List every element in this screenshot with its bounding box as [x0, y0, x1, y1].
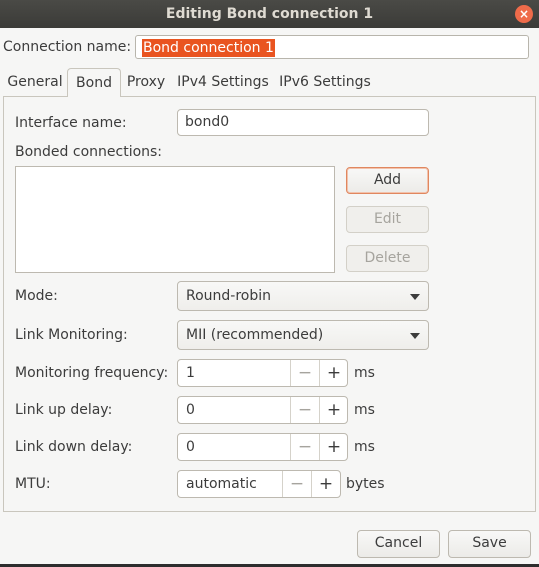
plus-icon[interactable]: +	[319, 360, 348, 386]
link-up-delay-value: 0	[186, 402, 195, 418]
edit-button[interactable]: Edit	[346, 206, 429, 233]
tab-general[interactable]: General	[3, 68, 67, 96]
bonded-connections-label: Bonded connections:	[15, 144, 163, 160]
delete-button[interactable]: Delete	[346, 245, 429, 272]
minus-icon[interactable]: −	[282, 471, 311, 497]
monitoring-frequency-value: 1	[186, 365, 195, 381]
save-button[interactable]: Save	[448, 530, 531, 558]
link-down-delay-value: 0	[186, 439, 195, 455]
mtu-value: automatic	[186, 476, 257, 492]
link-down-delay-label: Link down delay:	[15, 439, 133, 455]
monitoring-frequency-unit: ms	[354, 365, 375, 381]
title-bar: Editing Bond connection 1 ×	[0, 0, 539, 28]
cancel-button[interactable]: Cancel	[357, 530, 440, 558]
add-button[interactable]: Add	[346, 167, 429, 194]
link-up-delay-unit: ms	[354, 402, 375, 418]
tab-proxy[interactable]: Proxy	[121, 68, 171, 96]
chevron-down-icon	[410, 294, 420, 300]
tab-ipv6-settings[interactable]: IPv6 Settings	[275, 68, 375, 96]
connection-name-input[interactable]: Bond connection 1	[135, 35, 529, 59]
plus-icon[interactable]: +	[319, 397, 348, 423]
tab-ipv4-settings[interactable]: IPv4 Settings	[173, 68, 273, 96]
mode-dropdown[interactable]: Round-robin	[177, 281, 429, 311]
minus-icon[interactable]: −	[290, 360, 319, 386]
minus-icon[interactable]: −	[290, 434, 319, 460]
interface-name-input[interactable]: bond0	[177, 109, 429, 136]
monitoring-frequency-label: Monitoring frequency:	[15, 365, 169, 381]
link-down-delay-spinner[interactable]: 0 − +	[177, 433, 348, 461]
mode-value: Round-robin	[186, 288, 272, 304]
link-up-delay-spinner[interactable]: 0 − +	[177, 396, 348, 424]
link-monitoring-value: MII (recommended)	[186, 327, 324, 343]
chevron-down-icon	[410, 333, 420, 339]
plus-icon[interactable]: +	[319, 434, 348, 460]
link-monitoring-dropdown[interactable]: MII (recommended)	[177, 320, 429, 350]
dialog-action-bar: Cancel Save	[0, 512, 539, 564]
minus-icon[interactable]: −	[290, 397, 319, 423]
bonded-connections-list[interactable]	[15, 166, 335, 273]
plus-icon[interactable]: +	[311, 471, 340, 497]
link-down-delay-unit: ms	[354, 439, 375, 455]
mtu-label: MTU:	[15, 476, 51, 492]
mtu-spinner[interactable]: automatic − +	[177, 470, 341, 498]
link-up-delay-label: Link up delay:	[15, 402, 113, 418]
link-monitoring-label: Link Monitoring:	[15, 327, 128, 343]
dialog-window: Editing Bond connection 1 × Connection n…	[0, 0, 539, 564]
close-icon[interactable]: ×	[515, 5, 533, 23]
connection-name-label: Connection name:	[3, 39, 132, 55]
connection-name-value: Bond connection 1	[142, 39, 275, 57]
mode-label: Mode:	[15, 288, 58, 304]
tab-bond[interactable]: Bond	[67, 68, 121, 97]
monitoring-frequency-spinner[interactable]: 1 − +	[177, 359, 348, 387]
mtu-unit: bytes	[346, 476, 385, 492]
interface-name-label: Interface name:	[15, 115, 127, 131]
window-title: Editing Bond connection 1	[165, 6, 374, 22]
